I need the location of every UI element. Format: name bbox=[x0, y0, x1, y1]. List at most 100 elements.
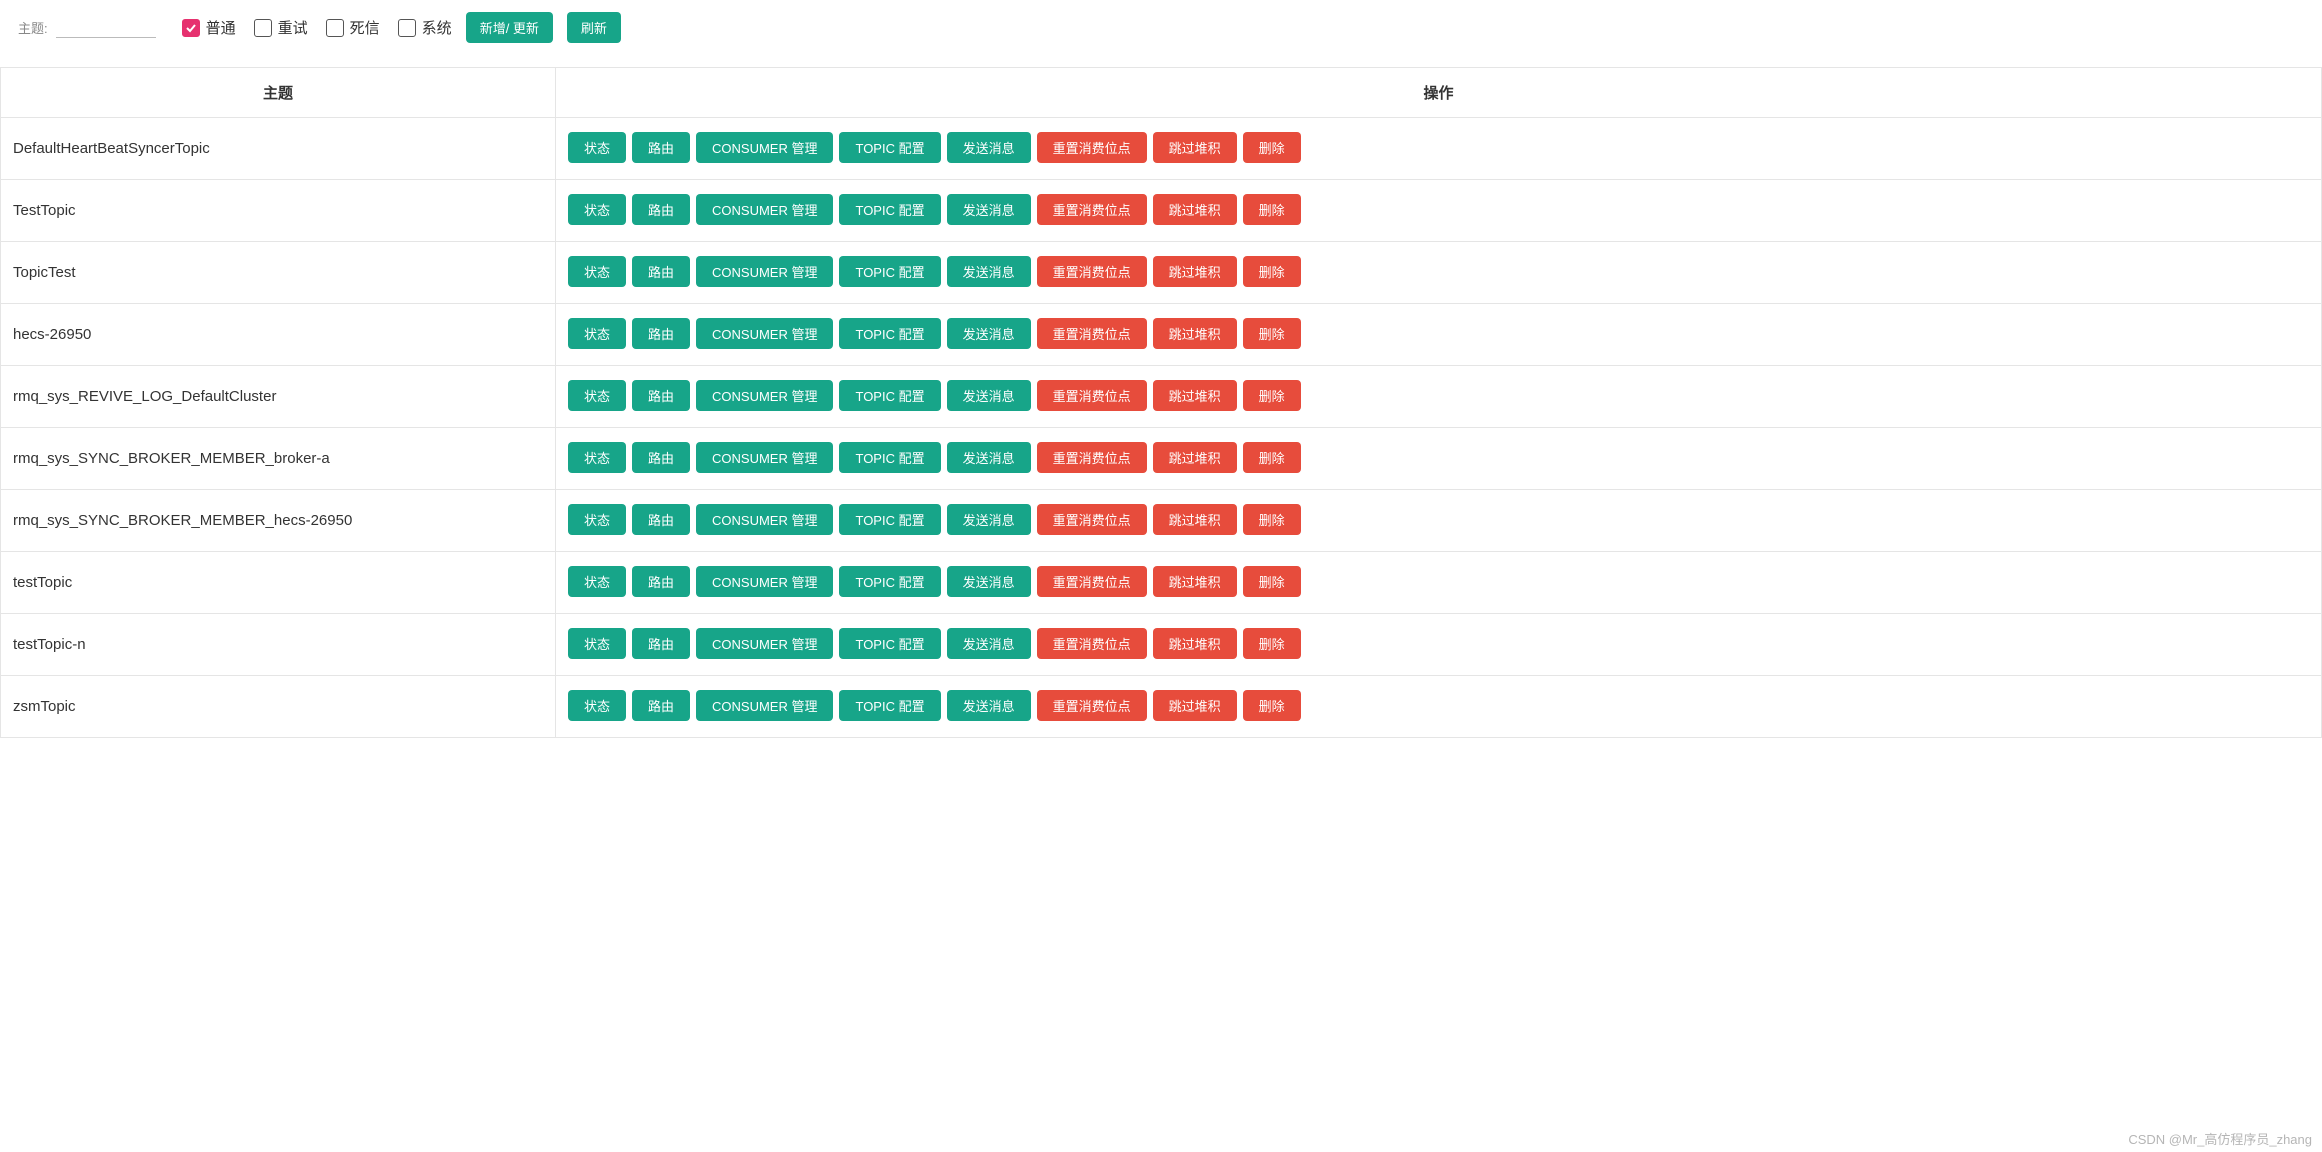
skip-button[interactable]: 跳过堆积 bbox=[1153, 504, 1237, 535]
consumer-button[interactable]: CONSUMER 管理 bbox=[696, 628, 833, 659]
consumer-button[interactable]: CONSUMER 管理 bbox=[696, 504, 833, 535]
config-button[interactable]: TOPIC 配置 bbox=[839, 566, 940, 597]
send-button[interactable]: 发送消息 bbox=[947, 504, 1031, 535]
delete-button[interactable]: 删除 bbox=[1243, 566, 1301, 597]
checkbox-系统[interactable]: 系统 bbox=[398, 17, 452, 38]
checkbox-重试[interactable]: 重试 bbox=[254, 17, 308, 38]
checkbox-普通[interactable]: 普通 bbox=[182, 17, 236, 38]
send-button[interactable]: 发送消息 bbox=[947, 380, 1031, 411]
consumer-button[interactable]: CONSUMER 管理 bbox=[696, 380, 833, 411]
status-button[interactable]: 状态 bbox=[568, 380, 626, 411]
table-row: testTopic-n状态路由CONSUMER 管理TOPIC 配置发送消息重置… bbox=[1, 614, 2322, 676]
table-row: TopicTest状态路由CONSUMER 管理TOPIC 配置发送消息重置消费… bbox=[1, 242, 2322, 304]
topic-actions-cell: 状态路由CONSUMER 管理TOPIC 配置发送消息重置消费位点跳过堆积删除 bbox=[556, 676, 2322, 738]
reset-button[interactable]: 重置消费位点 bbox=[1037, 504, 1147, 535]
send-button[interactable]: 发送消息 bbox=[947, 442, 1031, 473]
config-button[interactable]: TOPIC 配置 bbox=[839, 442, 940, 473]
route-button[interactable]: 路由 bbox=[632, 504, 690, 535]
reset-button[interactable]: 重置消费位点 bbox=[1037, 690, 1147, 721]
checkbox-label: 死信 bbox=[350, 17, 380, 38]
consumer-button[interactable]: CONSUMER 管理 bbox=[696, 256, 833, 287]
delete-button[interactable]: 删除 bbox=[1243, 318, 1301, 349]
route-button[interactable]: 路由 bbox=[632, 442, 690, 473]
delete-button[interactable]: 删除 bbox=[1243, 442, 1301, 473]
skip-button[interactable]: 跳过堆积 bbox=[1153, 442, 1237, 473]
delete-button[interactable]: 删除 bbox=[1243, 504, 1301, 535]
send-button[interactable]: 发送消息 bbox=[947, 628, 1031, 659]
reset-button[interactable]: 重置消费位点 bbox=[1037, 380, 1147, 411]
delete-button[interactable]: 删除 bbox=[1243, 690, 1301, 721]
table-row: hecs-26950状态路由CONSUMER 管理TOPIC 配置发送消息重置消… bbox=[1, 304, 2322, 366]
reset-button[interactable]: 重置消费位点 bbox=[1037, 628, 1147, 659]
topic-name-cell: DefaultHeartBeatSyncerTopic bbox=[1, 118, 556, 180]
consumer-button[interactable]: CONSUMER 管理 bbox=[696, 442, 833, 473]
route-button[interactable]: 路由 bbox=[632, 256, 690, 287]
delete-button[interactable]: 删除 bbox=[1243, 628, 1301, 659]
reset-button[interactable]: 重置消费位点 bbox=[1037, 256, 1147, 287]
send-button[interactable]: 发送消息 bbox=[947, 566, 1031, 597]
config-button[interactable]: TOPIC 配置 bbox=[839, 628, 940, 659]
topic-filter-input[interactable] bbox=[56, 18, 156, 38]
config-button[interactable]: TOPIC 配置 bbox=[839, 690, 940, 721]
delete-button[interactable]: 删除 bbox=[1243, 380, 1301, 411]
route-button[interactable]: 路由 bbox=[632, 132, 690, 163]
status-button[interactable]: 状态 bbox=[568, 442, 626, 473]
consumer-button[interactable]: CONSUMER 管理 bbox=[696, 194, 833, 225]
status-button[interactable]: 状态 bbox=[568, 628, 626, 659]
config-button[interactable]: TOPIC 配置 bbox=[839, 318, 940, 349]
config-button[interactable]: TOPIC 配置 bbox=[839, 504, 940, 535]
status-button[interactable]: 状态 bbox=[568, 504, 626, 535]
send-button[interactable]: 发送消息 bbox=[947, 132, 1031, 163]
route-button[interactable]: 路由 bbox=[632, 380, 690, 411]
reset-button[interactable]: 重置消费位点 bbox=[1037, 132, 1147, 163]
send-button[interactable]: 发送消息 bbox=[947, 690, 1031, 721]
config-button[interactable]: TOPIC 配置 bbox=[839, 132, 940, 163]
checkbox-box-icon bbox=[326, 19, 344, 37]
skip-button[interactable]: 跳过堆积 bbox=[1153, 566, 1237, 597]
skip-button[interactable]: 跳过堆积 bbox=[1153, 256, 1237, 287]
checkbox-label: 重试 bbox=[278, 17, 308, 38]
skip-button[interactable]: 跳过堆积 bbox=[1153, 132, 1237, 163]
skip-button[interactable]: 跳过堆积 bbox=[1153, 628, 1237, 659]
config-button[interactable]: TOPIC 配置 bbox=[839, 256, 940, 287]
reset-button[interactable]: 重置消费位点 bbox=[1037, 566, 1147, 597]
consumer-button[interactable]: CONSUMER 管理 bbox=[696, 318, 833, 349]
delete-button[interactable]: 删除 bbox=[1243, 256, 1301, 287]
delete-button[interactable]: 删除 bbox=[1243, 132, 1301, 163]
skip-button[interactable]: 跳过堆积 bbox=[1153, 318, 1237, 349]
consumer-button[interactable]: CONSUMER 管理 bbox=[696, 132, 833, 163]
config-button[interactable]: TOPIC 配置 bbox=[839, 380, 940, 411]
consumer-button[interactable]: CONSUMER 管理 bbox=[696, 566, 833, 597]
status-button[interactable]: 状态 bbox=[568, 194, 626, 225]
refresh-button[interactable]: 刷新 bbox=[567, 12, 621, 43]
send-button[interactable]: 发送消息 bbox=[947, 256, 1031, 287]
route-button[interactable]: 路由 bbox=[632, 318, 690, 349]
send-button[interactable]: 发送消息 bbox=[947, 194, 1031, 225]
consumer-button[interactable]: CONSUMER 管理 bbox=[696, 690, 833, 721]
topic-name-cell: TestTopic bbox=[1, 180, 556, 242]
route-button[interactable]: 路由 bbox=[632, 628, 690, 659]
checkbox-box-icon bbox=[398, 19, 416, 37]
config-button[interactable]: TOPIC 配置 bbox=[839, 194, 940, 225]
add-update-button[interactable]: 新增/ 更新 bbox=[466, 12, 553, 43]
skip-button[interactable]: 跳过堆积 bbox=[1153, 194, 1237, 225]
route-button[interactable]: 路由 bbox=[632, 566, 690, 597]
delete-button[interactable]: 删除 bbox=[1243, 194, 1301, 225]
reset-button[interactable]: 重置消费位点 bbox=[1037, 194, 1147, 225]
route-button[interactable]: 路由 bbox=[632, 690, 690, 721]
topic-name-cell: rmq_sys_SYNC_BROKER_MEMBER_hecs-26950 bbox=[1, 490, 556, 552]
status-button[interactable]: 状态 bbox=[568, 318, 626, 349]
topic-actions-cell: 状态路由CONSUMER 管理TOPIC 配置发送消息重置消费位点跳过堆积删除 bbox=[556, 180, 2322, 242]
status-button[interactable]: 状态 bbox=[568, 566, 626, 597]
status-button[interactable]: 状态 bbox=[568, 690, 626, 721]
status-button[interactable]: 状态 bbox=[568, 132, 626, 163]
checkbox-死信[interactable]: 死信 bbox=[326, 17, 380, 38]
send-button[interactable]: 发送消息 bbox=[947, 318, 1031, 349]
reset-button[interactable]: 重置消费位点 bbox=[1037, 318, 1147, 349]
skip-button[interactable]: 跳过堆积 bbox=[1153, 380, 1237, 411]
route-button[interactable]: 路由 bbox=[632, 194, 690, 225]
topic-actions-cell: 状态路由CONSUMER 管理TOPIC 配置发送消息重置消费位点跳过堆积删除 bbox=[556, 490, 2322, 552]
reset-button[interactable]: 重置消费位点 bbox=[1037, 442, 1147, 473]
status-button[interactable]: 状态 bbox=[568, 256, 626, 287]
skip-button[interactable]: 跳过堆积 bbox=[1153, 690, 1237, 721]
